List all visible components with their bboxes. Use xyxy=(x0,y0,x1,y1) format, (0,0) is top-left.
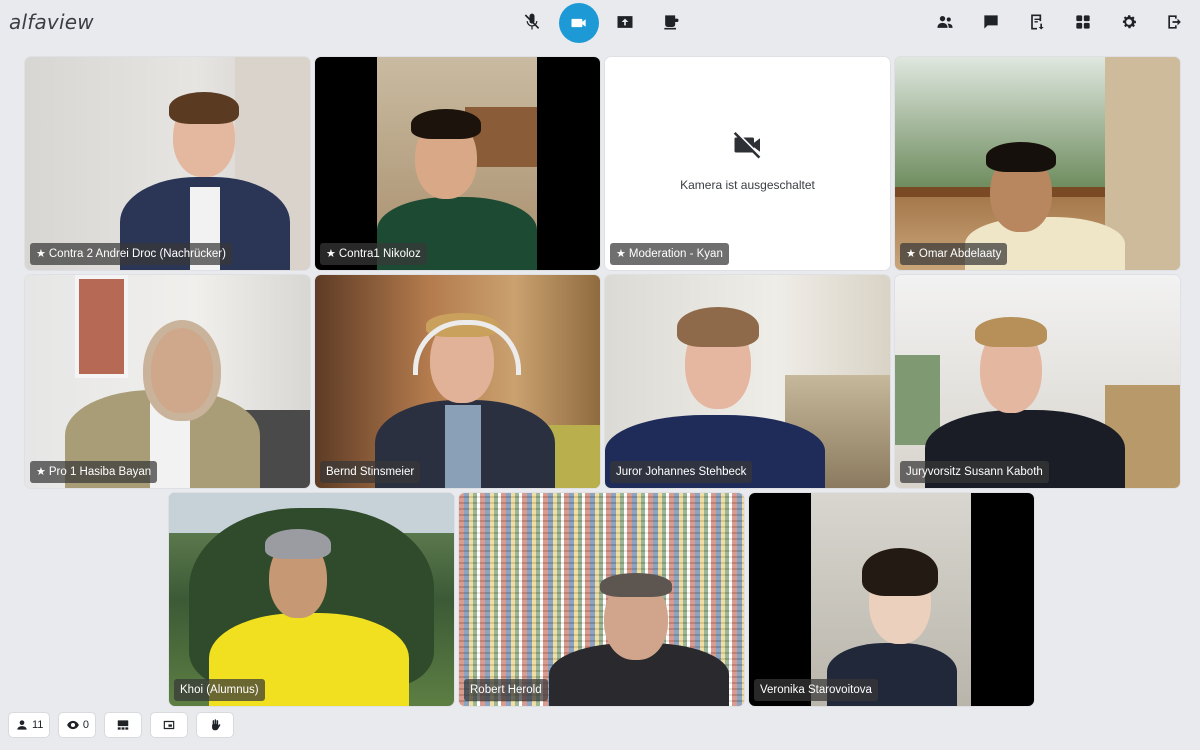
video-feed xyxy=(749,493,1034,706)
camera-off-icon xyxy=(733,130,761,159)
video-feed xyxy=(605,275,890,488)
video-camera-icon[interactable] xyxy=(559,3,599,43)
coffee-break-icon[interactable] xyxy=(654,5,688,39)
notes-icon[interactable] xyxy=(1020,5,1054,39)
video-feed xyxy=(315,57,600,270)
video-tile[interactable]: Robert Herold xyxy=(459,493,744,706)
mic-off-icon[interactable] xyxy=(515,5,549,39)
settings-icon[interactable] xyxy=(1112,5,1146,39)
video-tile[interactable]: Kamera ist ausgeschaltet ★ Moderation - K… xyxy=(605,57,890,270)
participants-count: 11 xyxy=(32,719,44,731)
picture-in-picture-button[interactable] xyxy=(150,712,189,738)
screen-share-icon[interactable] xyxy=(608,5,642,39)
participant-name-label: Juror Johannes Stehbeck xyxy=(610,461,753,483)
layout-icon xyxy=(118,720,129,730)
participants-count-button[interactable]: 11 xyxy=(8,712,51,738)
participant-name-label: Khoi (Alumnus) xyxy=(174,679,265,701)
star-icon: ★ xyxy=(36,466,46,478)
video-feed xyxy=(169,493,454,706)
camera-off-indicator: Kamera ist ausgeschaltet xyxy=(605,127,890,192)
video-feed xyxy=(895,275,1180,488)
eye-icon xyxy=(67,720,79,730)
video-feed xyxy=(459,493,744,706)
participant-name-label: Veronika Starovoitova xyxy=(754,679,878,701)
video-tile[interactable]: Veronika Starovoitova xyxy=(749,493,1034,706)
star-icon: ★ xyxy=(326,248,336,260)
person-icon xyxy=(17,720,27,730)
top-bar: alfaview xyxy=(0,0,1200,46)
participant-name-label: ★ Pro 1 Hasiba Bayan xyxy=(30,461,158,483)
participant-name-label: ★ Contra1 Nikoloz xyxy=(320,243,427,265)
participants-icon[interactable] xyxy=(928,5,962,39)
video-tile[interactable]: ★ Contra 2 Andrei Droc (Nachrücker) xyxy=(25,57,310,270)
bottom-bar: 11 0 xyxy=(8,712,235,738)
layout-grid-icon[interactable] xyxy=(1066,5,1100,39)
hand-icon xyxy=(212,719,221,731)
participant-name-label: ★ Moderation - Kyan xyxy=(610,243,729,265)
star-icon: ★ xyxy=(36,248,46,260)
star-icon: ★ xyxy=(616,248,626,260)
video-tile[interactable]: Juryvorsitz Susann Kaboth xyxy=(895,275,1180,488)
viewers-count-button[interactable]: 0 xyxy=(58,712,97,738)
video-tile[interactable]: Juror Johannes Stehbeck xyxy=(605,275,890,488)
video-tile[interactable]: ★ Pro 1 Hasiba Bayan xyxy=(25,275,310,488)
camera-off-text: Kamera ist ausgeschaltet xyxy=(680,178,815,192)
video-tile[interactable]: Khoi (Alumnus) xyxy=(169,493,454,706)
raise-hand-button[interactable] xyxy=(196,712,235,738)
participant-name-label: Robert Herold xyxy=(464,679,548,701)
video-tile[interactable]: ★ Omar Abdelaaty xyxy=(895,57,1180,270)
participant-name-label: ★ Contra 2 Andrei Droc (Nachrücker) xyxy=(30,243,232,265)
viewers-count: 0 xyxy=(82,719,89,731)
chat-icon[interactable] xyxy=(974,5,1008,39)
video-tile[interactable]: Bernd Stinsmeier xyxy=(315,275,600,488)
video-tile[interactable]: ★ Contra1 Nikoloz xyxy=(315,57,600,270)
video-feed xyxy=(25,57,310,270)
video-feed xyxy=(895,57,1180,270)
leave-icon[interactable] xyxy=(1158,5,1192,39)
video-feed xyxy=(25,275,310,488)
app-logo: alfaview xyxy=(9,10,94,34)
star-icon: ★ xyxy=(906,248,916,260)
participant-name-label: ★ Omar Abdelaaty xyxy=(900,243,1008,265)
presentation-layout-button[interactable] xyxy=(104,712,143,738)
picture-in-picture-icon xyxy=(164,720,175,730)
participant-name-label: Bernd Stinsmeier xyxy=(320,461,421,483)
video-feed xyxy=(315,275,600,488)
participant-name-label: Juryvorsitz Susann Kaboth xyxy=(900,461,1049,483)
